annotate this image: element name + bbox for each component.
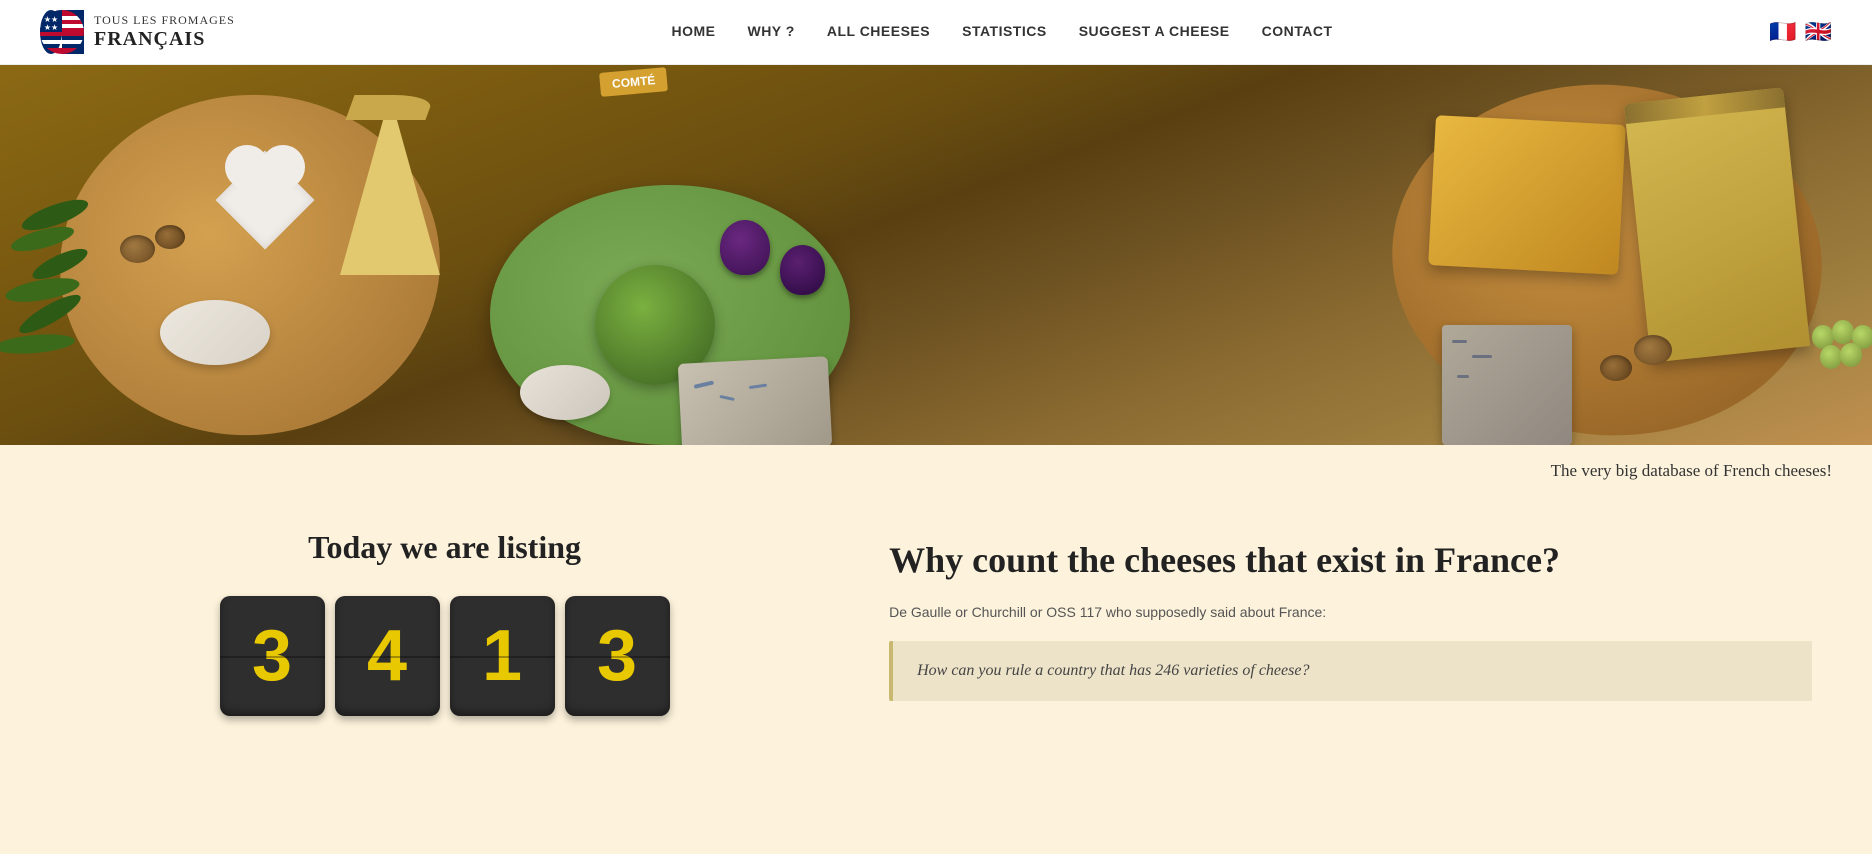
main-content: Today we are listing 3 4 1 3 Why count t… [0, 489, 1872, 776]
triangle-cheese [340, 95, 440, 275]
why-section: Why count the cheeses that exist in Fran… [889, 529, 1812, 716]
subtitle-bar: The very big database of French cheeses! [0, 445, 1872, 489]
small-round-cheese [520, 365, 610, 420]
round-white-cheese [160, 300, 270, 365]
nav-menu: HOME WHY ? ALL CHEESES STATISTICS SUGGES… [671, 23, 1332, 41]
why-intro: De Gaulle or Churchill or OSS 117 who su… [889, 602, 1812, 623]
gray-cheese-block [1442, 325, 1572, 445]
quote-box: How can you rule a country that has 246 … [889, 641, 1812, 701]
wedge-cheese-right [1624, 87, 1810, 362]
walnut-right-2 [1600, 355, 1632, 381]
triangle-top [345, 95, 434, 120]
logo[interactable]: ★★ ★★ TOUS LES FROMAGES FRANÇAIS [40, 10, 235, 54]
counter-row: 3 4 1 3 [220, 596, 670, 716]
walnut-2 [155, 225, 185, 249]
blue-cheese [678, 356, 833, 445]
fig-2 [780, 245, 825, 295]
walnut-1 [120, 235, 155, 263]
nav-suggest[interactable]: SUGGEST A CHEESE [1079, 23, 1230, 39]
nav-why[interactable]: WHY ? [747, 23, 794, 39]
orange-cheese [1428, 115, 1626, 275]
nav-statistics[interactable]: STATISTICS [962, 23, 1047, 39]
nav-all-cheeses[interactable]: ALL CHEESES [827, 23, 930, 39]
digit-4: 3 [565, 596, 670, 716]
english-flag-icon[interactable]: 🇬🇧 [1805, 19, 1832, 45]
digit-3: 1 [450, 596, 555, 716]
walnut-right-1 [1634, 335, 1672, 365]
digit-1: 3 [220, 596, 325, 716]
quote-text: How can you rule a country that has 246 … [917, 659, 1788, 683]
leaves-decoration [0, 205, 180, 405]
hero-banner: COMTÉ [0, 65, 1872, 445]
logo-title-top: TOUS LES FROMAGES [94, 14, 235, 27]
fig-1 [720, 220, 770, 275]
logo-title-bottom: FRANÇAIS [94, 28, 235, 50]
listing-title: Today we are listing [308, 529, 581, 566]
nav-contact[interactable]: CONTACT [1262, 23, 1333, 39]
logo-text: TOUS LES FROMAGES FRANÇAIS [94, 14, 235, 49]
logo-flag-icon: ★★ ★★ [40, 10, 84, 54]
language-flags: 🇫🇷 🇬🇧 [1769, 19, 1832, 45]
counter-section: Today we are listing 3 4 1 3 [60, 529, 829, 716]
subtitle-text: The very big database of French cheeses! [1551, 461, 1832, 480]
why-title: Why count the cheeses that exist in Fran… [889, 539, 1812, 582]
svg-text:★★: ★★ [44, 23, 58, 32]
digit-2: 4 [335, 596, 440, 716]
nav-home[interactable]: HOME [671, 23, 715, 39]
french-flag-icon[interactable]: 🇫🇷 [1769, 19, 1796, 45]
heart-cheese [220, 145, 310, 235]
navbar: ★★ ★★ TOUS LES FROMAGES FRANÇAIS HOME WH… [0, 0, 1872, 65]
